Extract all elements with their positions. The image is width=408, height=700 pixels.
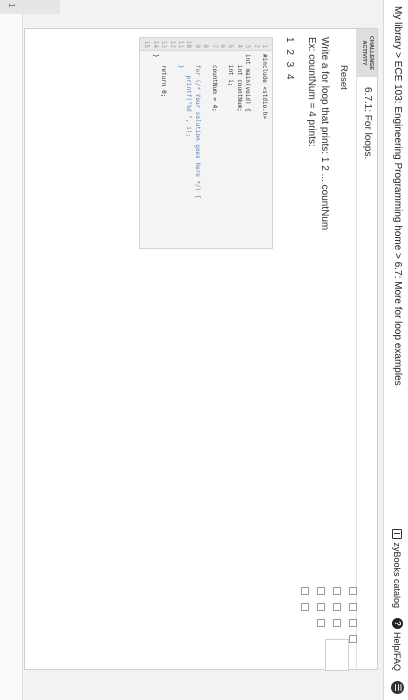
activity-header: CHALLENGE ACTIVITY 6.7.1: For loops. <box>356 29 377 669</box>
code-text[interactable]: return 0; <box>160 54 167 98</box>
line-number: 14 <box>151 40 159 48</box>
line-number: 7 <box>210 44 218 48</box>
completion-checkbox <box>333 587 341 595</box>
code-text[interactable]: } <box>177 54 184 69</box>
line-number: 2 <box>252 44 260 48</box>
code-text[interactable]: printf("%d ", i); <box>185 54 192 137</box>
completion-checkbox <box>317 619 325 627</box>
code-text[interactable]: #include <stdio.h> <box>261 54 268 119</box>
completion-checkbox <box>301 587 309 595</box>
activity-type-badge: CHALLENGE ACTIVITY <box>357 29 377 77</box>
code-line[interactable]: 10 printf("%d ", i); <box>184 38 192 137</box>
code-line[interactable]: 1 #include <stdio.h> <box>260 38 268 119</box>
line-number: 1 <box>261 44 268 48</box>
completion-checkbox <box>333 603 341 611</box>
progress-indicator <box>325 639 349 671</box>
line-number: 9 <box>193 44 201 48</box>
code-line[interactable]: 13 return 0; <box>159 38 168 98</box>
code-line[interactable]: 12 <box>168 38 176 54</box>
checkbox-row <box>333 587 341 627</box>
completion-checkbox <box>349 603 357 611</box>
activity-prompt: Write a for loop that prints: 1 2 ... co… <box>305 37 331 230</box>
line-number: 13 <box>160 40 168 48</box>
line-number: 10 <box>185 40 193 48</box>
activity-title: 6.7.1: For loops. <box>362 87 373 160</box>
badge-line-2: ACTIVITY <box>361 40 367 66</box>
code-editor[interactable]: 1#include <stdio.h> 2 3int main(void) {4 i… <box>139 37 273 249</box>
catalog-label: zyBooks catalog <box>392 542 403 608</box>
line-number: 3 <box>244 44 252 48</box>
line-number: 15 <box>143 40 151 48</box>
completion-checkbox <box>317 603 325 611</box>
help-icon: ? <box>392 617 403 629</box>
bottom-strip: 1 <box>0 0 60 700</box>
code-text[interactable]: } <box>152 54 159 58</box>
code-line[interactable]: 2 <box>252 38 260 54</box>
challenge-activity-card: CHALLENGE ACTIVITY 6.7.1: For loops. Res… <box>24 28 378 671</box>
completion-checkbox <box>349 587 357 595</box>
prompt-line-2: Ex: countNum = 4 prints: <box>306 37 317 147</box>
code-text[interactable]: int countNum; <box>236 54 243 112</box>
checkbox-row <box>317 587 325 627</box>
completion-checkbox <box>317 587 325 595</box>
code-text[interactable]: int main(void) { <box>244 54 251 112</box>
line-number: 4 <box>235 44 243 48</box>
line-number: 12 <box>168 40 176 48</box>
code-text[interactable]: int i; <box>227 54 234 87</box>
line-number: 8 <box>202 44 210 48</box>
screen: My library > ECE 103: Engineering Progra… <box>0 0 408 700</box>
breadcrumb[interactable]: My library > ECE 103: Engineering Progra… <box>392 6 403 386</box>
expected-output: 1 2 3 4 <box>284 37 295 80</box>
book-icon <box>392 529 403 540</box>
code-line[interactable]: 4 int countNum; <box>235 38 243 112</box>
code-line[interactable]: 7 countNum = 4; <box>210 38 218 112</box>
catalog-link[interactable]: zyBooks catalog <box>392 529 403 608</box>
completion-checkbox <box>349 619 357 627</box>
code-line[interactable]: 8 <box>201 38 209 54</box>
code-line[interactable]: 6 <box>218 38 226 54</box>
help-link[interactable]: ? Help/FAQ <box>392 617 403 671</box>
code-line[interactable]: 15 <box>142 38 150 54</box>
line-number: 11 <box>177 40 184 48</box>
code-line[interactable]: 14} <box>151 38 159 58</box>
checkbox-row <box>301 587 309 611</box>
code-line[interactable]: 9 for (/* Your solution goes here */) { <box>193 38 201 199</box>
code-text[interactable]: countNum = 4; <box>211 54 218 112</box>
code-line[interactable]: 5 int i; <box>226 38 235 87</box>
bottom-tab[interactable]: 1 <box>0 0 60 14</box>
line-number: 6 <box>219 44 226 48</box>
menu-icon[interactable]: ☰ <box>391 681 404 694</box>
checkbox-row <box>349 587 357 643</box>
badge-line-1: CHALLENGE <box>368 35 374 71</box>
prompt-line-1: Write a for loop that prints: 1 2 ... co… <box>319 37 330 231</box>
code-line[interactable]: 3 int main(void) { <box>243 38 252 112</box>
reset-button[interactable]: Reset <box>338 65 349 90</box>
completion-checkbox <box>301 603 309 611</box>
code-line[interactable]: 11 } <box>176 38 184 69</box>
top-right-links: zyBooks catalog ? Help/FAQ ☰ <box>391 529 404 694</box>
code-text[interactable]: for (/* Your solution goes here */) { <box>194 54 201 199</box>
completion-checkbox <box>333 619 341 627</box>
line-number: 5 <box>227 44 235 48</box>
top-navigation-bar: My library > ECE 103: Engineering Progra… <box>383 0 408 700</box>
help-label: Help/FAQ <box>392 631 403 671</box>
completion-checkbox <box>349 635 357 643</box>
bottom-tab-number: 1 <box>7 3 16 8</box>
